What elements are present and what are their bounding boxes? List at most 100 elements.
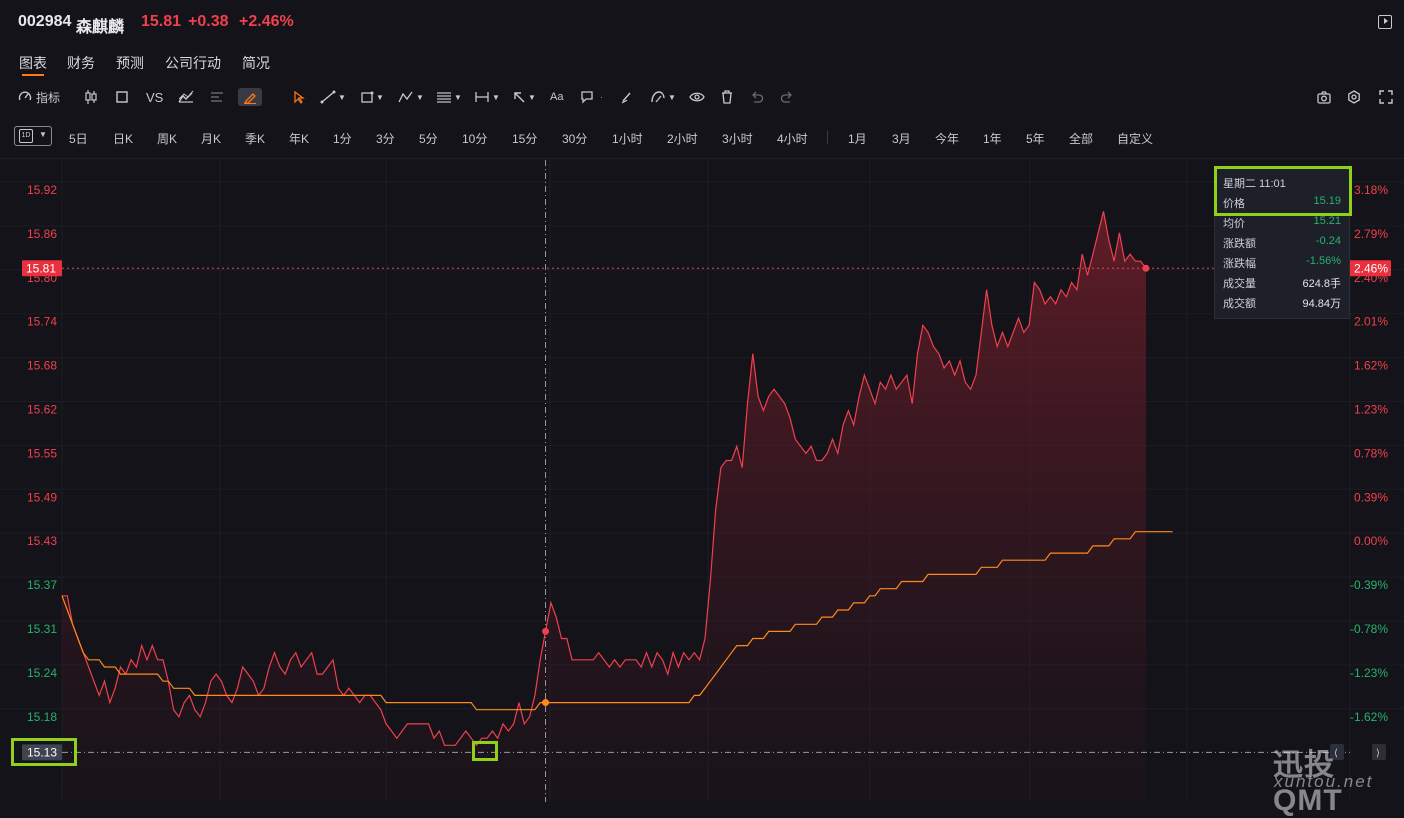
- period-monthly[interactable]: 月K: [201, 130, 221, 147]
- brush-icon: [621, 92, 631, 104]
- settings-button[interactable]: [1347, 88, 1361, 106]
- crosshair-price-highlight: [11, 738, 77, 766]
- stock-change-pct: +2.46%: [239, 13, 294, 30]
- measure-icon: [475, 92, 489, 102]
- collapse-panel-icon[interactable]: [1378, 15, 1392, 29]
- tab-profile[interactable]: 简况: [242, 53, 270, 73]
- tooltip-label: 均价: [1223, 218, 1245, 230]
- tooltip-label: 涨跌额: [1223, 238, 1256, 250]
- period-selector-icon: 1D: [19, 129, 33, 143]
- drawing-mode-button[interactable]: [238, 88, 262, 106]
- expand-icon: [1379, 90, 1393, 104]
- tab-forecast[interactable]: 预测: [116, 53, 144, 73]
- period-daily[interactable]: 日K: [113, 130, 133, 147]
- chevron-down-icon: ▼: [338, 92, 346, 102]
- pencil-icon: [243, 93, 256, 104]
- fib-tool[interactable]: ▼: [436, 88, 462, 106]
- price-tick-label: 15.18: [27, 710, 57, 724]
- pattern-tool[interactable]: ▼: [398, 88, 424, 106]
- chevron-down-icon: ▼: [376, 92, 384, 102]
- candlestick-button[interactable]: [84, 88, 98, 106]
- divider: [0, 158, 1404, 159]
- price-tick-label: 15.31: [27, 622, 57, 636]
- undo-button[interactable]: [750, 88, 764, 106]
- range-5year[interactable]: 5年: [1026, 130, 1045, 147]
- redo-icon: [780, 91, 792, 103]
- percent-tick-label: 1.23%: [1354, 403, 1388, 417]
- align-button[interactable]: [210, 88, 224, 106]
- comment-tool[interactable]: ·: [580, 88, 603, 106]
- price-tick-label: 15.92: [27, 183, 57, 197]
- current-price-tag: 15.81: [22, 260, 62, 277]
- period-2hour[interactable]: 2小时: [667, 130, 698, 147]
- active-tab-indicator: [22, 74, 44, 76]
- period-weekly[interactable]: 周K: [157, 130, 177, 147]
- magnet-tool[interactable]: ▼: [650, 88, 676, 106]
- period-30min[interactable]: 30分: [562, 130, 587, 147]
- percent-tick-label: 0.39%: [1354, 490, 1388, 504]
- brush-tool[interactable]: [620, 88, 634, 106]
- chevron-down-icon: ▼: [528, 92, 536, 102]
- indicator-label: 指标: [36, 90, 61, 105]
- chevron-down-icon: ▼: [668, 92, 676, 102]
- tab-corporate-actions[interactable]: 公司行动: [165, 53, 221, 73]
- visibility-toggle[interactable]: [689, 88, 705, 106]
- range-3month[interactable]: 3月: [892, 130, 911, 147]
- align-left-icon: [211, 92, 223, 102]
- period-3min[interactable]: 3分: [376, 130, 395, 147]
- cursor-tool[interactable]: [292, 88, 306, 106]
- magnet-icon: [651, 91, 665, 103]
- price-tick-label: 15.86: [27, 227, 57, 241]
- chart-type-button[interactable]: [178, 88, 194, 106]
- range-1month[interactable]: 1月: [848, 130, 867, 147]
- arrow-up-left-icon: [514, 92, 525, 103]
- tooltip-value: 15.21: [1313, 215, 1341, 227]
- divider: [827, 130, 828, 144]
- range-all[interactable]: 全部: [1069, 130, 1093, 147]
- redo-button[interactable]: [780, 88, 794, 106]
- undo-icon: [752, 91, 764, 103]
- tab-financials[interactable]: 财务: [67, 53, 95, 73]
- delete-drawings-button[interactable]: [720, 88, 734, 106]
- tooltip-value: -1.56%: [1306, 255, 1341, 267]
- period-15min[interactable]: 15分: [512, 130, 537, 147]
- percent-tick-label: -1.23%: [1350, 666, 1388, 680]
- trend-line-icon: [320, 90, 336, 104]
- text-tool[interactable]: Aa: [550, 88, 563, 106]
- range-custom[interactable]: 自定义: [1117, 130, 1153, 147]
- percent-tick-label: 2.01%: [1354, 315, 1388, 329]
- period-1min[interactable]: 1分: [333, 130, 352, 147]
- screenshot-button[interactable]: [1317, 88, 1331, 106]
- compare-button[interactable]: VS: [146, 88, 163, 106]
- fullscreen-button[interactable]: [1379, 88, 1393, 106]
- area-chart-icon: [178, 90, 194, 103]
- line-tool[interactable]: ▼: [320, 88, 346, 106]
- arrow-tool[interactable]: ▼: [512, 88, 536, 106]
- period-5min[interactable]: 5分: [419, 130, 438, 147]
- current-price-label: 15.81: [26, 261, 56, 275]
- percent-tick-label: 2.79%: [1354, 227, 1388, 241]
- period-10min[interactable]: 10分: [462, 130, 487, 147]
- eye-icon: [689, 92, 705, 102]
- percent-tick-label: 0.00%: [1354, 534, 1388, 548]
- crosshair-point-highlight: [472, 741, 498, 761]
- period-3hour[interactable]: 3小时: [722, 130, 753, 147]
- price-tick-label: 15.55: [27, 446, 57, 460]
- period-5day[interactable]: 5日: [69, 130, 88, 147]
- period-quarterly[interactable]: 季K: [245, 130, 265, 147]
- shape-tool[interactable]: ▼: [360, 88, 384, 106]
- chevron-down-icon: ▼: [492, 92, 500, 102]
- gauge-icon: [18, 91, 32, 101]
- range-1year[interactable]: 1年: [983, 130, 1002, 147]
- tab-chart[interactable]: 图表: [19, 53, 47, 73]
- period-4hour[interactable]: 4小时: [777, 130, 808, 147]
- period-selector[interactable]: 1D ▼: [14, 126, 52, 146]
- range-ytd[interactable]: 今年: [935, 130, 959, 147]
- indicator-button[interactable]: 指标: [18, 88, 60, 106]
- fullscreen-chart-button[interactable]: [115, 88, 129, 106]
- measure-tool[interactable]: ▼: [474, 88, 500, 106]
- period-1hour[interactable]: 1小时: [612, 130, 643, 147]
- candlestick-icon: [85, 90, 97, 104]
- intraday-chart[interactable]: 15.9215.8615.8015.7415.6815.6215.5515.49…: [0, 160, 1404, 802]
- period-yearly[interactable]: 年K: [289, 130, 309, 147]
